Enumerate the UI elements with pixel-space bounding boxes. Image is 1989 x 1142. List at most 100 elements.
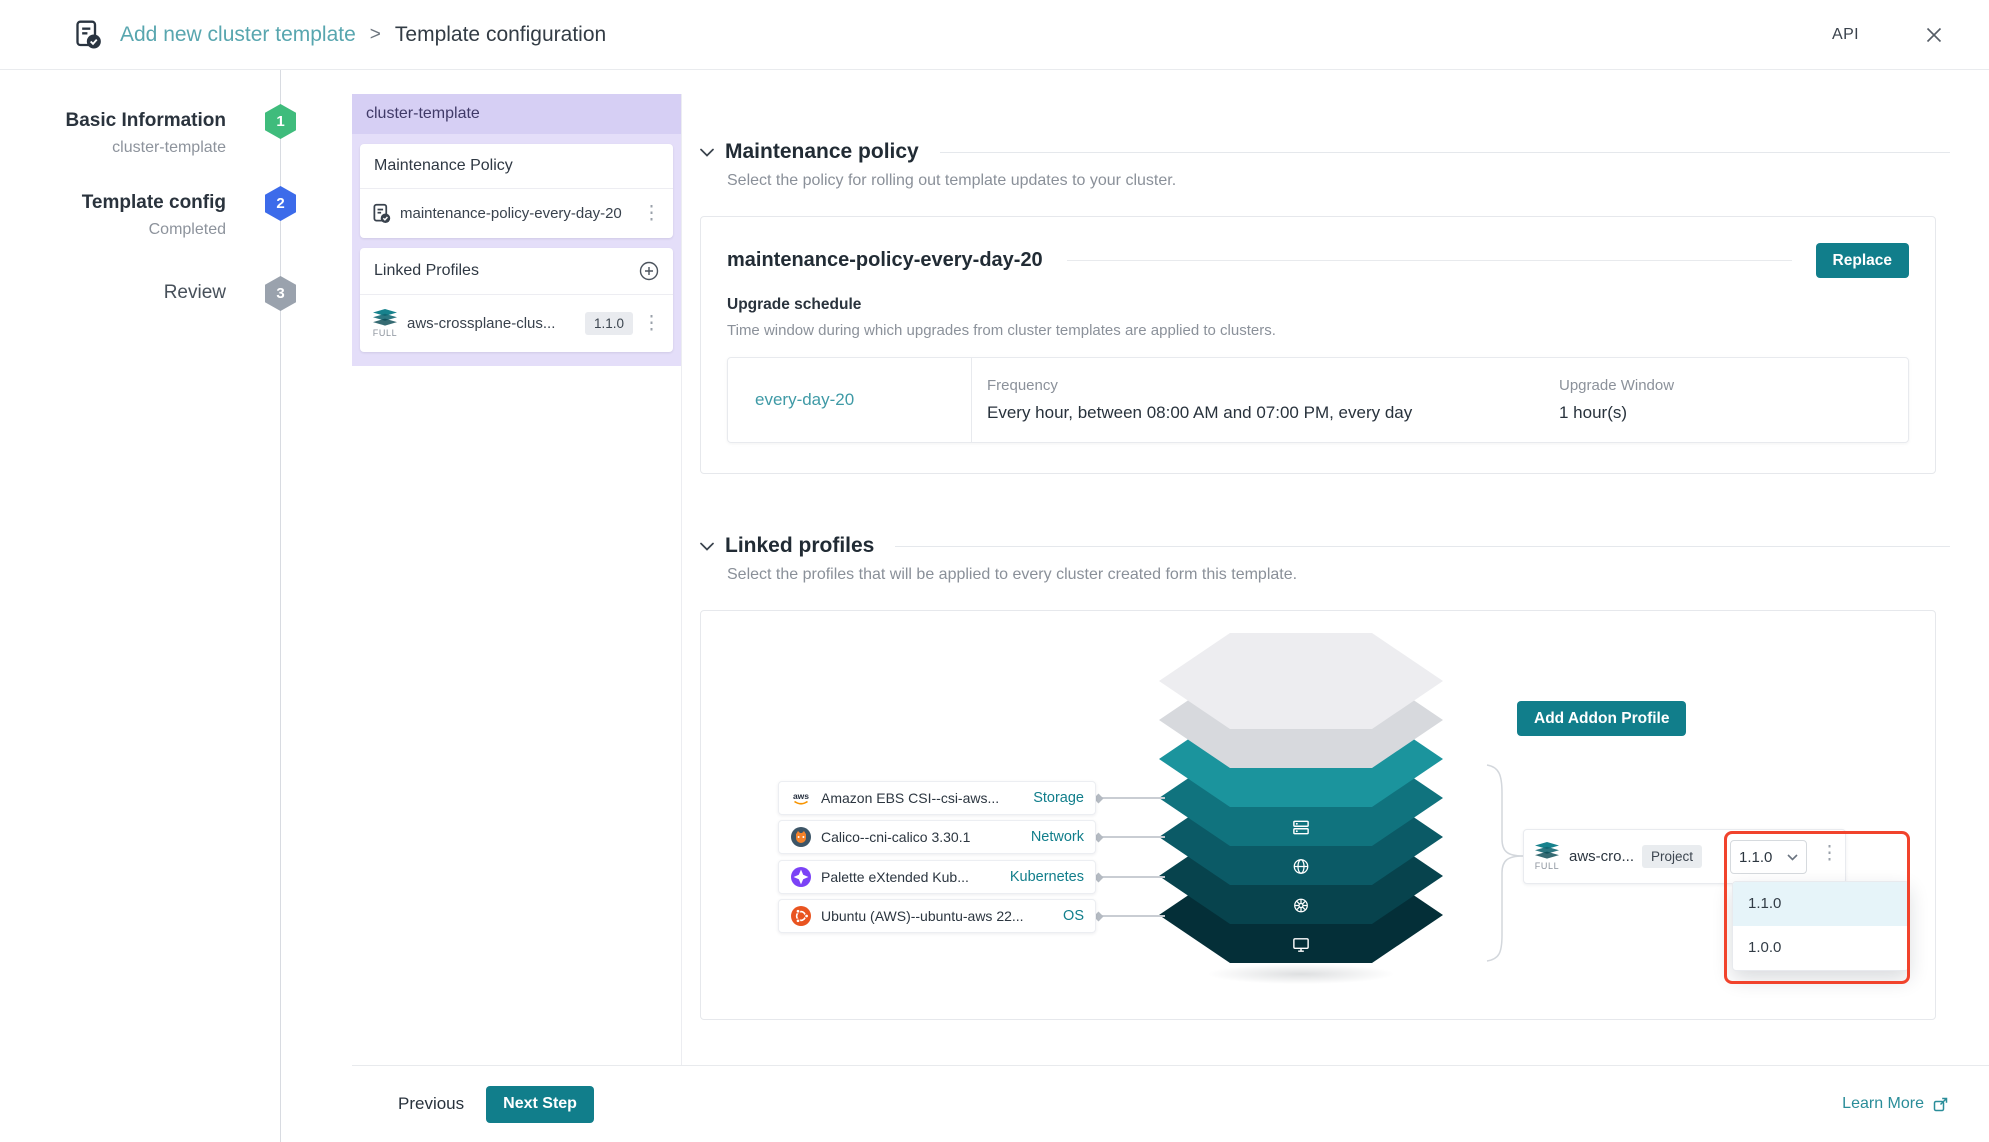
top-bar-actions: API bbox=[1832, 24, 1945, 46]
stack-to-addon-bracket bbox=[1479, 763, 1529, 963]
full-profile-icon: FULL bbox=[1534, 842, 1560, 871]
breadcrumb: Add new cluster template > Template conf… bbox=[74, 19, 606, 50]
breadcrumb-current-page: Template configuration bbox=[395, 23, 606, 47]
full-profile-icon: FULL bbox=[372, 309, 398, 338]
section-subtitle: Select the policy for rolling out templa… bbox=[727, 172, 1950, 190]
add-addon-profile-button[interactable]: Add Addon Profile bbox=[1517, 701, 1686, 736]
step-basic-information[interactable]: Basic Information cluster-template bbox=[66, 110, 226, 157]
section-subtitle: Select the profiles that will be applied… bbox=[727, 566, 1950, 584]
kebab-menu-icon[interactable]: ⋮ bbox=[1820, 844, 1839, 863]
linked-profiles-section-head: Linked profiles bbox=[700, 534, 1950, 558]
maintenance-policy-card: maintenance-policy-every-day-20 Replace … bbox=[700, 216, 1936, 474]
maintenance-policy-section: Maintenance policy Select the policy for… bbox=[700, 140, 1950, 474]
step-subtitle: Completed bbox=[82, 221, 226, 239]
pack-connector-line bbox=[1097, 797, 1165, 799]
version-option-1-1-0[interactable]: 1.1.0 bbox=[1733, 882, 1908, 926]
pack-name: Amazon EBS CSI--csi-aws... bbox=[821, 790, 1024, 806]
wizard-footer: Previous Next Step Learn More bbox=[352, 1065, 1989, 1142]
previous-button[interactable]: Previous bbox=[384, 1085, 478, 1123]
pack-connector-line bbox=[1097, 836, 1165, 838]
step-title: Template config bbox=[82, 192, 226, 214]
section-rule bbox=[895, 546, 1950, 547]
external-link-icon bbox=[1932, 1096, 1949, 1113]
pack-name: Palette eXtended Kub... bbox=[821, 869, 1001, 885]
workspace-main: cluster-template Maintenance Policy main… bbox=[281, 70, 1989, 1065]
full-profile-caption: FULL bbox=[1535, 861, 1559, 871]
kebab-menu-icon[interactable]: ⋮ bbox=[642, 204, 661, 223]
profile-item-name: aws-crossplane-clus... bbox=[407, 315, 576, 332]
top-bar: Add new cluster template > Template conf… bbox=[0, 0, 1989, 70]
chevron-down-icon[interactable] bbox=[700, 542, 714, 551]
learn-more-link[interactable]: Learn More bbox=[1842, 1095, 1949, 1113]
pack-row-network[interactable]: Calico--cni-calico 3.30.1 Network bbox=[778, 820, 1096, 854]
palette-icon bbox=[790, 866, 812, 888]
addon-profile-name: aws-cro... bbox=[1569, 848, 1634, 865]
kebab-menu-icon[interactable]: ⋮ bbox=[642, 314, 661, 333]
schedule-name: every-day-20 bbox=[728, 358, 972, 442]
step-template-config[interactable]: Template config Completed bbox=[82, 192, 226, 239]
section-rule bbox=[940, 152, 1950, 153]
pack-connector-line bbox=[1097, 915, 1165, 917]
replace-button[interactable]: Replace bbox=[1816, 243, 1909, 278]
app-window: Add new cluster template > Template conf… bbox=[0, 0, 1989, 1142]
maintenance-policy-section-head: Maintenance policy bbox=[700, 140, 1950, 164]
linked-profiles-card: aws Amazon EBS CSI--csi-aws... Storage C… bbox=[700, 610, 1936, 1020]
version-select[interactable]: 1.1.0 bbox=[1730, 840, 1807, 874]
svg-text:aws: aws bbox=[793, 791, 809, 801]
upgrade-window-label: Upgrade Window bbox=[1559, 377, 1908, 394]
tree-maintenance-policy-item[interactable]: maintenance-policy-every-day-20 ⋮ bbox=[360, 189, 673, 238]
template-config-content: Maintenance policy Select the policy for… bbox=[682, 94, 1989, 1065]
scope-badge: Project bbox=[1642, 845, 1702, 868]
policy-title-rule bbox=[1067, 260, 1792, 261]
ubuntu-icon bbox=[790, 905, 812, 927]
addon-profile-card[interactable]: FULL aws-cro... Project 1.1.0 bbox=[1523, 829, 1846, 884]
tree-profile-item[interactable]: FULL aws-crossplane-clus... 1.1.0 ⋮ bbox=[360, 295, 673, 352]
pack-category: Storage bbox=[1033, 790, 1084, 806]
wizard-stepper: Basic Information cluster-template 1 Tem… bbox=[0, 70, 281, 1142]
linked-profiles-header-label: Linked Profiles bbox=[374, 262, 479, 280]
chevron-down-icon bbox=[1787, 854, 1798, 861]
section-title: Maintenance policy bbox=[725, 140, 919, 164]
workspace: cluster-template Maintenance Policy main… bbox=[281, 70, 1989, 1142]
policy-item-name: maintenance-policy-every-day-20 bbox=[400, 205, 633, 222]
policy-title-row: maintenance-policy-every-day-20 Replace bbox=[727, 243, 1909, 278]
pack-row-os[interactable]: Ubuntu (AWS)--ubuntu-aws 22... OS bbox=[778, 899, 1096, 933]
pack-name: Calico--cni-calico 3.30.1 bbox=[821, 829, 1022, 845]
upgrade-schedule-title: Upgrade schedule bbox=[727, 296, 1909, 314]
close-icon[interactable] bbox=[1923, 24, 1945, 46]
upgrade-schedule-description: Time window during which upgrades from c… bbox=[727, 322, 1909, 339]
chevron-down-icon[interactable] bbox=[700, 148, 714, 157]
aws-icon: aws bbox=[790, 787, 812, 809]
learn-more-label: Learn More bbox=[1842, 1095, 1924, 1113]
tree-maintenance-policy-header: Maintenance Policy bbox=[360, 144, 673, 189]
calico-icon bbox=[790, 826, 812, 848]
monitor-icon bbox=[1292, 935, 1311, 954]
version-dropdown-menu: 1.1.0 1.0.0 bbox=[1732, 881, 1909, 971]
version-option-1-0-0[interactable]: 1.0.0 bbox=[1733, 926, 1908, 970]
server-icon bbox=[1292, 818, 1311, 837]
tree-linked-profiles-header: Linked Profiles bbox=[360, 248, 673, 295]
pack-row-storage[interactable]: aws Amazon EBS CSI--csi-aws... Storage bbox=[778, 781, 1096, 815]
linked-profiles-section: Linked profiles Select the profiles that… bbox=[700, 534, 1950, 1020]
step-review[interactable]: Review bbox=[164, 282, 226, 304]
cluster-template-panel: cluster-template Maintenance Policy main… bbox=[352, 94, 681, 366]
api-button[interactable]: API bbox=[1832, 26, 1859, 44]
version-select-value: 1.1.0 bbox=[1739, 849, 1772, 866]
tree-linked-profiles-card: Linked Profiles FULL aws-cross bbox=[360, 248, 673, 352]
add-profile-plus-icon[interactable] bbox=[639, 261, 659, 281]
frequency-cell: Frequency Every hour, between 08:00 AM a… bbox=[972, 358, 1559, 442]
tree-maintenance-policy-card: Maintenance Policy maintenance-policy-ev… bbox=[360, 144, 673, 238]
pack-row-kubernetes[interactable]: Palette eXtended Kub... Kubernetes bbox=[778, 860, 1096, 894]
pack-category: Kubernetes bbox=[1010, 869, 1084, 885]
policy-name-title: maintenance-policy-every-day-20 bbox=[727, 249, 1043, 272]
upgrade-window-cell: Upgrade Window 1 hour(s) bbox=[1559, 358, 1908, 442]
template-tree-column: cluster-template Maintenance Policy main… bbox=[352, 94, 682, 1065]
breadcrumb-add-new-cluster-template[interactable]: Add new cluster template bbox=[120, 23, 356, 47]
pack-category: Network bbox=[1031, 829, 1084, 845]
upgrade-window-value: 1 hour(s) bbox=[1559, 403, 1908, 423]
next-step-button[interactable]: Next Step bbox=[486, 1086, 594, 1123]
frequency-label: Frequency bbox=[987, 377, 1559, 394]
upgrade-schedule-row: every-day-20 Frequency Every hour, betwe… bbox=[727, 357, 1909, 443]
helm-wheel-icon bbox=[1292, 896, 1311, 915]
profile-layer-stack bbox=[1159, 611, 1443, 991]
